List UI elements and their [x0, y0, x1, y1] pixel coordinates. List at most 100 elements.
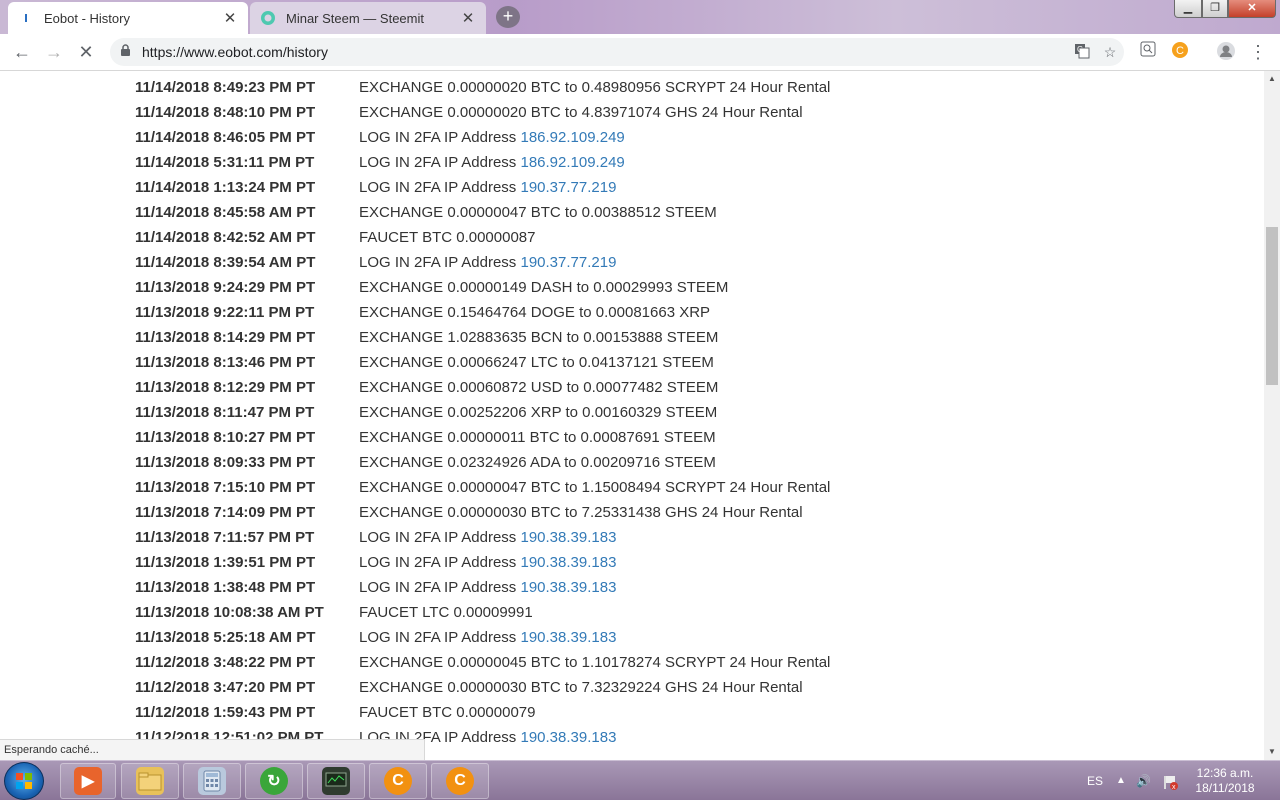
ip-address-link[interactable]: 190.38.39.183 — [520, 729, 616, 746]
history-text: EXCHANGE 0.15464764 DOGE to 0.00081663 X… — [359, 304, 711, 321]
history-date: 11/13/2018 8:09:33 PM PT — [135, 454, 316, 471]
history-description: EXCHANGE 0.00000020 BTC to 0.48980956 SC… — [359, 75, 830, 100]
history-text: EXCHANGE 0.00000030 BTC to 7.32329224 GH… — [359, 679, 803, 696]
folder-icon — [136, 767, 164, 795]
scroll-down-icon[interactable]: ▼ — [1264, 744, 1280, 760]
history-date: 11/12/2018 3:47:20 PM PT — [135, 679, 316, 696]
tab-strip: Eobot - History ✕ Minar Steem — Steemit … — [0, 0, 1280, 34]
ip-address-link[interactable]: 190.38.39.183 — [520, 629, 616, 646]
start-windows-icon[interactable] — [4, 762, 44, 800]
history-date: 11/14/2018 8:45:58 AM PT — [135, 204, 316, 221]
history-date: 11/13/2018 8:11:47 PM PT — [135, 404, 315, 421]
ip-address-link[interactable]: 190.37.77.219 — [520, 254, 616, 271]
history-text: EXCHANGE 0.00000020 BTC to 0.48980956 SC… — [359, 79, 831, 96]
history-date: 11/14/2018 8:42:52 AM PT — [135, 229, 316, 246]
history-text: EXCHANGE 1.02883635 BCN to 0.00153888 ST… — [359, 329, 719, 346]
history-description: EXCHANGE 0.02324926 ADA to 0.00209716 ST… — [359, 450, 716, 475]
history-description: EXCHANGE 0.00000011 BTC to 0.00087691 ST… — [359, 425, 716, 450]
taskbar-media-player[interactable]: ▶ — [60, 763, 116, 799]
scrollbar-thumb[interactable] — [1266, 227, 1278, 385]
eobot-favicon-icon — [18, 10, 34, 26]
history-text: EXCHANGE 0.00000045 BTC to 1.10178274 SC… — [359, 654, 831, 671]
system-clock[interactable]: 12:36 a.m. 18/11/2018 — [1186, 766, 1264, 796]
history-date: 11/13/2018 10:08:38 AM PT — [135, 604, 324, 621]
maximize-button[interactable]: ❐ — [1202, 0, 1228, 18]
history-date: 11/14/2018 5:31:11 PM PT — [135, 154, 315, 171]
taskbar-coin-app-1[interactable]: C — [369, 763, 427, 799]
history-date: 11/13/2018 7:14:09 PM PT — [135, 504, 316, 521]
history-date: 11/14/2018 8:46:05 PM PT — [135, 129, 316, 146]
history-description: EXCHANGE 1.02883635 BCN to 0.00153888 ST… — [359, 325, 718, 350]
bookmark-star-icon[interactable]: ☆ — [1096, 44, 1124, 61]
calculator-icon — [198, 767, 226, 795]
history-text: EXCHANGE 0.00000047 BTC to 1.15008494 SC… — [359, 479, 831, 496]
history-text: EXCHANGE 0.00000011 BTC to 0.00087691 ST… — [359, 429, 716, 446]
profile-avatar-icon[interactable] — [1214, 41, 1238, 63]
address-bar[interactable]: https://www.eobot.com/history G ☆ — [110, 38, 1124, 66]
status-bubble: Esperando caché... — [0, 739, 425, 760]
media-player-icon: ▶ — [74, 767, 102, 795]
taskbar-file-explorer[interactable] — [121, 763, 179, 799]
history-date: 11/13/2018 1:39:51 PM PT — [135, 554, 316, 571]
history-description: LOG IN 2FA IP Address 186.92.109.249 — [359, 150, 625, 175]
history-date: 11/13/2018 8:10:27 PM PT — [135, 429, 316, 446]
coin-extension-icon[interactable]: C — [1168, 41, 1192, 63]
svg-text:G: G — [1077, 45, 1083, 54]
taskbar-calculator[interactable] — [183, 763, 241, 799]
history-date: 11/12/2018 3:48:22 PM PT — [135, 654, 316, 671]
menu-kebab-icon[interactable]: ⋮ — [1246, 41, 1270, 63]
stop-loading-icon[interactable]: ✕ — [74, 41, 98, 63]
ip-address-link[interactable]: 186.92.109.249 — [520, 129, 624, 146]
tab-title: Eobot - History — [44, 10, 130, 26]
history-date: 11/13/2018 5:25:18 AM PT — [135, 629, 316, 646]
close-tab-icon[interactable]: ✕ — [460, 9, 476, 27]
history-date: 11/13/2018 7:11:57 PM PT — [135, 529, 315, 546]
history-description: EXCHANGE 0.00000047 BTC to 0.00388512 ST… — [359, 200, 717, 225]
extension-search-icon[interactable] — [1136, 41, 1160, 63]
taskbar-coin-app-2[interactable]: C — [431, 763, 489, 799]
back-arrow-icon[interactable]: ← — [10, 41, 34, 63]
history-description: EXCHANGE 0.15464764 DOGE to 0.00081663 X… — [359, 300, 710, 325]
taskbar-monitor-app[interactable] — [307, 763, 365, 799]
history-description: EXCHANGE 0.00252206 XRP to 0.00160329 ST… — [359, 400, 717, 425]
coin-app-icon: C — [446, 767, 474, 795]
url-text: https://www.eobot.com/history — [142, 44, 328, 60]
history-date: 11/13/2018 8:13:46 PM PT — [135, 354, 316, 371]
network-flag-icon[interactable]: x — [1162, 761, 1178, 800]
history-description: EXCHANGE 0.00066247 LTC to 0.04137121 ST… — [359, 350, 714, 375]
history-date: 11/13/2018 9:24:29 PM PT — [135, 279, 316, 296]
forward-arrow-icon[interactable]: → — [42, 41, 66, 63]
history-text: EXCHANGE 0.00252206 XRP to 0.00160329 ST… — [359, 404, 718, 421]
history-description: LOG IN 2FA IP Address 190.38.39.183 — [359, 550, 616, 575]
volume-icon[interactable]: 🔊 — [1136, 761, 1151, 800]
tab-minar-steem[interactable]: Minar Steem — Steemit ✕ — [250, 2, 486, 34]
show-hidden-icons-icon[interactable]: ▲ — [1116, 761, 1126, 800]
minimize-button[interactable]: ▁ — [1174, 0, 1202, 18]
tab-title: Minar Steem — Steemit — [286, 10, 424, 26]
translate-icon[interactable]: G — [1068, 43, 1096, 62]
close-tab-icon[interactable]: ✕ — [222, 9, 238, 27]
ip-address-link[interactable]: 190.38.39.183 — [520, 529, 616, 546]
new-tab-button[interactable]: + — [496, 6, 520, 28]
language-indicator[interactable]: ES — [1087, 761, 1103, 800]
history-date: 11/13/2018 8:14:29 PM PT — [135, 329, 316, 346]
history-text: EXCHANGE 0.00066247 LTC to 0.04137121 ST… — [359, 354, 714, 371]
history-text: EXCHANGE 0.02324926 ADA to 0.00209716 ST… — [359, 454, 716, 471]
history-description: EXCHANGE 0.00000030 BTC to 7.25331438 GH… — [359, 500, 803, 525]
history-text: LOG IN 2FA IP Address — [359, 529, 521, 546]
taskbar-app-green[interactable]: ↻ — [245, 763, 303, 799]
ip-address-link[interactable]: 190.37.77.219 — [520, 179, 616, 196]
close-window-button[interactable]: ✕ — [1228, 0, 1276, 18]
scroll-up-icon[interactable]: ▲ — [1264, 71, 1280, 87]
ip-address-link[interactable]: 190.38.39.183 — [520, 579, 616, 596]
vertical-scrollbar[interactable]: ▲ ▼ — [1264, 71, 1280, 760]
history-description: LOG IN 2FA IP Address 190.37.77.219 — [359, 175, 616, 200]
ip-address-link[interactable]: 190.38.39.183 — [520, 554, 616, 571]
tab-eobot-history[interactable]: Eobot - History ✕ — [8, 2, 248, 34]
history-date: 11/14/2018 1:13:24 PM PT — [135, 179, 316, 196]
history-description: LOG IN 2FA IP Address 190.38.39.183 — [359, 625, 616, 650]
ip-address-link[interactable]: 186.92.109.249 — [520, 154, 624, 171]
history-description: LOG IN 2FA IP Address 190.38.39.183 — [359, 525, 616, 550]
history-text: EXCHANGE 0.00060872 USD to 0.00077482 ST… — [359, 379, 719, 396]
coin-app-icon: C — [384, 767, 412, 795]
